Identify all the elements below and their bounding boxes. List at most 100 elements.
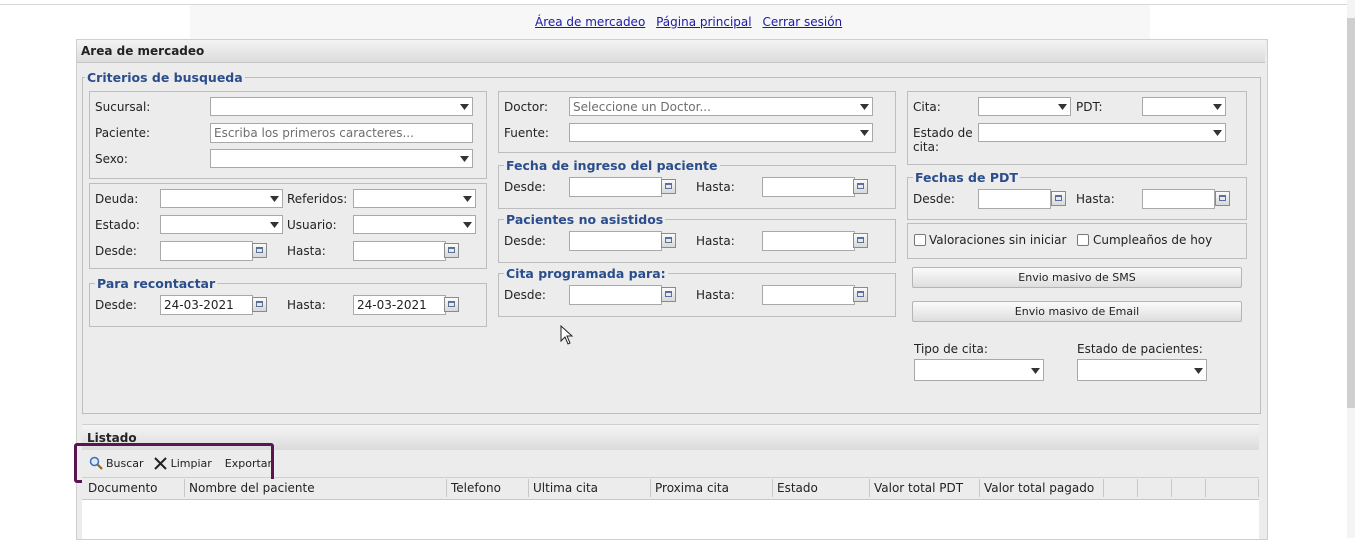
col-telefono[interactable]: Telefono (447, 479, 529, 497)
estado-cita-label: Estado de cita: (913, 126, 973, 154)
deuda-label: Deuda: (95, 192, 139, 206)
referidos-label: Referidos: (287, 192, 348, 206)
valoraciones-checkbox[interactable] (914, 234, 926, 246)
chevron-down-icon (1054, 98, 1070, 115)
col-valor-pdt[interactable]: Valor total PDT (870, 479, 980, 497)
ingreso-desde-label: Desde: (504, 180, 546, 194)
fechas-pdt-legend: Fechas de PDT (913, 170, 1020, 185)
programada-hasta-input[interactable] (762, 285, 855, 305)
programada-hasta-label: Hasta: (696, 288, 735, 302)
cita-label: Cita: (913, 100, 941, 114)
usuario-label: Usuario: (287, 218, 337, 232)
hasta-label: Hasta: (287, 244, 326, 258)
ingreso-hasta-label: Hasta: (696, 180, 735, 194)
chevron-down-icon (459, 216, 475, 233)
no-asistidos-legend: Pacientes no asistidos (504, 212, 666, 227)
ingreso-desde-input[interactable] (569, 177, 662, 197)
cita-select[interactable] (978, 97, 1071, 116)
hasta-date-input[interactable] (353, 241, 446, 261)
chevron-down-icon (1209, 124, 1225, 141)
programada-legend: Cita programada para: (504, 266, 668, 281)
recontactar-desde-input[interactable]: 24-03-2021 (160, 295, 253, 315)
calendar-icon[interactable] (661, 179, 676, 194)
col-extra-2[interactable] (1138, 479, 1172, 497)
nav-link-area-mercadeo[interactable]: Área de mercadeo (535, 15, 645, 29)
desde-label: Desde: (95, 244, 137, 258)
chevron-down-icon (266, 190, 282, 207)
chevron-down-icon (266, 216, 282, 233)
criterios-legend: Criterios de busqueda (85, 70, 245, 85)
col-extra-4[interactable] (1206, 479, 1259, 497)
paciente-label: Paciente: (95, 126, 151, 140)
recontactar-hasta-label: Hasta: (287, 298, 326, 312)
calendar-icon[interactable] (252, 243, 267, 258)
valoraciones-label: Valoraciones sin iniciar (929, 233, 1067, 247)
estado-select[interactable] (160, 215, 283, 234)
cumpleanos-checkbox[interactable] (1077, 234, 1089, 246)
calendar-icon[interactable] (444, 243, 459, 258)
calendar-icon[interactable] (444, 297, 459, 312)
sucursal-select[interactable] (210, 97, 473, 116)
nav-link-cerrar-sesion[interactable]: Cerrar sesión (762, 15, 842, 29)
ingreso-legend: Fecha de ingreso del paciente (504, 158, 720, 173)
sms-button[interactable]: Envio masivo de SMS (912, 267, 1242, 288)
panel-header: Area de mercadeo (77, 40, 1265, 63)
doctor-select-placeholder: Seleccione un Doctor... (573, 100, 711, 114)
calendar-icon[interactable] (252, 297, 267, 312)
ingreso-hasta-input[interactable] (762, 177, 855, 197)
chevron-down-icon (456, 98, 472, 115)
desde-date-input[interactable] (160, 241, 253, 261)
estado-pacientes-select[interactable] (1077, 359, 1207, 381)
cursor-pointer-icon (560, 325, 574, 345)
sexo-label: Sexo: (95, 152, 128, 166)
programada-desde-label: Desde: (504, 288, 546, 302)
sexo-select[interactable] (210, 149, 473, 168)
recontactar-legend: Para recontactar (95, 276, 218, 291)
nav-links: Área de mercadeo Página principal Cerrar… (535, 15, 849, 29)
calendar-icon[interactable] (853, 179, 868, 194)
tipo-cita-label: Tipo de cita: (914, 342, 988, 356)
doctor-select[interactable]: Seleccione un Doctor... (569, 97, 873, 116)
fechas-pdt-hasta-input[interactable] (1142, 189, 1215, 209)
estado-label: Estado: (95, 218, 140, 232)
col-ultima-cita[interactable]: Ultima cita (529, 479, 651, 497)
fechas-pdt-desde-input[interactable] (978, 189, 1051, 209)
panel-title: Area de mercadeo (81, 44, 205, 58)
col-documento[interactable]: Documento (82, 479, 185, 497)
no-asistidos-desde-label: Desde: (504, 234, 546, 248)
tipo-cita-select[interactable] (914, 359, 1044, 381)
col-valor-pagado[interactable]: Valor total pagado (980, 479, 1104, 497)
col-nombre[interactable]: Nombre del paciente (185, 479, 447, 497)
nav-link-pagina-principal[interactable]: Página principal (656, 15, 752, 29)
chevron-down-icon (1209, 98, 1225, 115)
scrollbar-thumb[interactable] (1347, 18, 1355, 408)
calendar-icon[interactable] (1051, 191, 1066, 206)
highlight-box (74, 443, 274, 483)
programada-desde-input[interactable] (569, 285, 662, 305)
no-asistidos-desde-input[interactable] (569, 231, 662, 251)
table-header: Documento Nombre del paciente Telefono U… (82, 479, 1259, 499)
calendar-icon[interactable] (661, 233, 676, 248)
fuente-label: Fuente: (504, 126, 549, 140)
chevron-down-icon (856, 98, 872, 115)
paciente-input[interactable]: Escriba los primeros caracteres... (210, 123, 473, 143)
col-extra-1[interactable] (1104, 479, 1138, 497)
pdt-select[interactable] (1142, 97, 1226, 116)
calendar-icon[interactable] (661, 287, 676, 302)
estado-cita-select[interactable] (978, 123, 1226, 142)
referidos-select[interactable] (353, 189, 476, 208)
no-asistidos-hasta-input[interactable] (762, 231, 855, 251)
estado-pacientes-label: Estado de pacientes: (1077, 342, 1203, 356)
calendar-icon[interactable] (1215, 191, 1230, 206)
calendar-icon[interactable] (853, 287, 868, 302)
email-button[interactable]: Envio masivo de Email (912, 301, 1242, 322)
deuda-select[interactable] (160, 189, 283, 208)
usuario-select[interactable] (353, 215, 476, 234)
calendar-icon[interactable] (853, 233, 868, 248)
col-estado[interactable]: Estado (773, 479, 870, 497)
col-proxima-cita[interactable]: Proxima cita (651, 479, 773, 497)
fuente-select[interactable] (569, 123, 873, 142)
pdt-label: PDT: (1076, 100, 1103, 114)
col-extra-3[interactable] (1172, 479, 1206, 497)
recontactar-hasta-input[interactable]: 24-03-2021 (353, 295, 446, 315)
